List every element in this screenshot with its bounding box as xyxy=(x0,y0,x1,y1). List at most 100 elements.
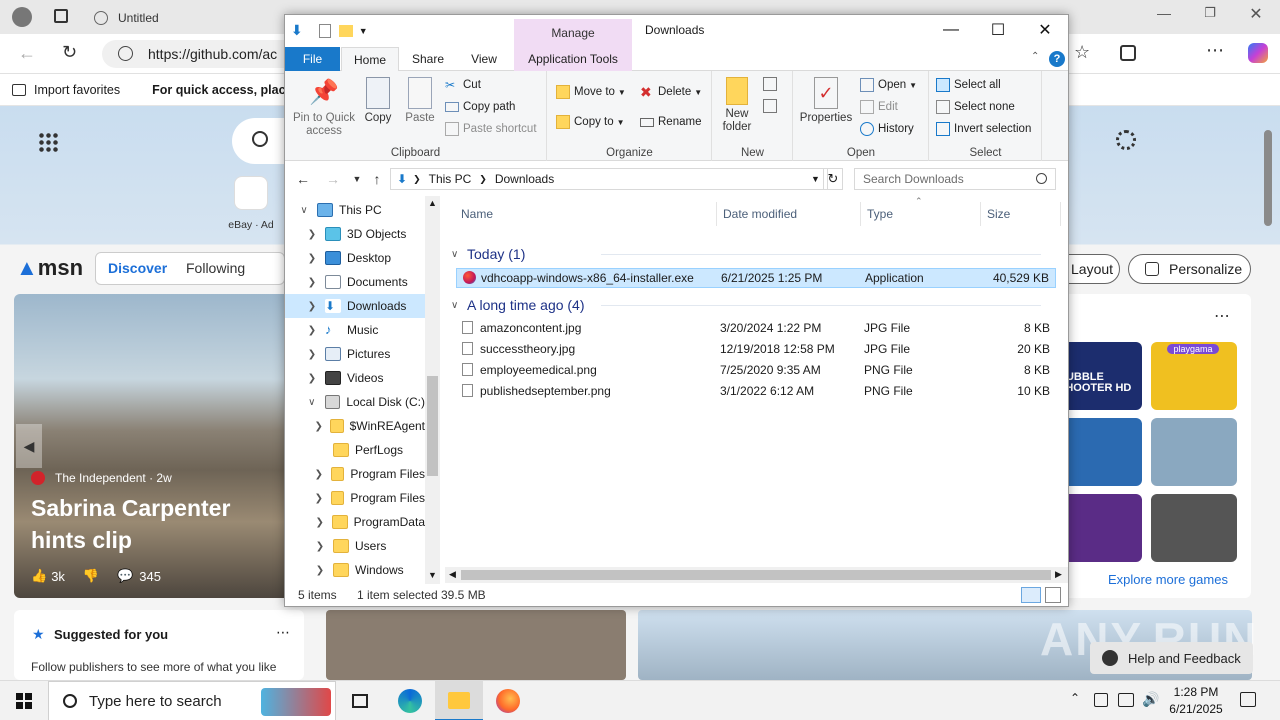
tab-untitled[interactable]: Untitled xyxy=(94,3,159,33)
tab-discover[interactable]: Discover xyxy=(108,260,167,276)
nav-item[interactable]: ❯ Program Files xyxy=(285,486,425,510)
address-bar[interactable]: ⬇ ❯ This PC ❯ Downloads ▼ xyxy=(390,168,828,190)
large-icons-view-icon[interactable] xyxy=(1045,587,1061,603)
file-row[interactable]: vdhcoapp-windows-x86_64-installer.exe 6/2… xyxy=(456,268,1056,288)
details-view-icon[interactable] xyxy=(1021,587,1041,603)
back-icon[interactable]: ← xyxy=(18,43,36,64)
edit-button[interactable]: Edit xyxy=(860,98,898,116)
nav-item[interactable]: ❯ Desktop xyxy=(285,246,425,270)
explore-games-link[interactable]: Explore more games xyxy=(1108,572,1228,587)
chevron-right-icon[interactable]: ❯ xyxy=(305,373,319,384)
nav-item[interactable]: ∨ Local Disk (C:) xyxy=(285,390,425,414)
nav-item[interactable]: ❯ 3D Objects xyxy=(285,222,425,246)
chevron-right-icon[interactable]: ❯ xyxy=(305,349,319,360)
chevron-right-icon[interactable]: ❯ xyxy=(305,301,319,312)
copy-button[interactable]: Copy xyxy=(361,77,395,125)
pin-quick-access-button[interactable]: 📌 Pin to Quick access xyxy=(289,77,359,138)
ebay-tile[interactable]: eBay · Ad xyxy=(226,176,276,236)
maximize-button[interactable]: ☐ xyxy=(975,15,1021,45)
hero-headline[interactable]: Sabrina Carpenter hints clip xyxy=(31,492,291,556)
new-folder-button[interactable]: New folder xyxy=(715,77,759,134)
move-to-button[interactable]: Move to ▼ xyxy=(556,83,626,101)
file-explorer-taskbar-button[interactable] xyxy=(435,681,483,720)
chevron-down-icon[interactable]: ∨ xyxy=(305,397,319,408)
task-view-button[interactable] xyxy=(336,681,384,720)
nav-item[interactable]: ❯ Pictures xyxy=(285,342,425,366)
chevron-right-icon[interactable]: ❯ xyxy=(305,229,319,240)
chevron-right-icon[interactable]: ❯ xyxy=(313,565,327,576)
select-none-button[interactable]: Select none xyxy=(936,98,1015,116)
copy-path-button[interactable]: Copy path xyxy=(445,98,515,116)
file-row[interactable]: publishedseptember.png 3/1/2022 6:12 AM PN… xyxy=(456,382,1056,402)
page-scroll-thumb[interactable] xyxy=(1264,130,1272,226)
like-icon[interactable]: 👍 xyxy=(31,568,47,584)
address-dropdown-icon[interactable]: ▼ xyxy=(811,174,820,184)
history-button[interactable]: History xyxy=(860,120,914,138)
tab-application-tools[interactable]: Application Tools xyxy=(514,47,632,71)
scroll-right-icon[interactable]: ▶ xyxy=(1055,569,1062,580)
refresh-button[interactable]: ↻ xyxy=(823,168,843,190)
chevron-right-icon[interactable]: ❯ xyxy=(305,277,319,288)
favorites-star-icon[interactable]: ☆ xyxy=(1074,42,1090,63)
network-icon[interactable] xyxy=(1094,693,1108,707)
nav-item[interactable]: ❯ $WinREAgent xyxy=(285,414,425,438)
breadcrumb-downloads[interactable]: Downloads xyxy=(495,172,554,186)
game-girl[interactable] xyxy=(1151,418,1237,486)
page-scrollbar[interactable] xyxy=(1262,110,1274,676)
cut-button[interactable]: ✂ Cut xyxy=(445,76,481,94)
firefox-taskbar-button[interactable] xyxy=(484,681,532,720)
new-item-icon[interactable] xyxy=(763,77,777,91)
nav-item[interactable]: ❯ ProgramData xyxy=(285,510,425,534)
customize-qat-icon[interactable]: ▼ xyxy=(359,26,368,36)
chevron-right-icon[interactable]: ❯ xyxy=(313,541,327,552)
delete-button[interactable]: ✖ Delete ▼ xyxy=(640,83,702,101)
new-folder-qat-icon[interactable] xyxy=(338,24,353,37)
recent-locations-button[interactable]: ▼ xyxy=(347,169,367,189)
horizontal-scroll-thumb[interactable] xyxy=(461,570,1051,580)
paste-button[interactable]: Paste xyxy=(401,77,439,125)
tab-following[interactable]: Following xyxy=(186,260,245,276)
column-size[interactable]: Size xyxy=(981,202,1061,226)
notification-icon[interactable] xyxy=(1240,692,1256,707)
manage-contextual-tab[interactable]: Manage xyxy=(514,19,632,47)
back-button[interactable]: ← xyxy=(293,169,313,189)
easy-access-icon[interactable] xyxy=(763,99,777,113)
nav-item[interactable]: ∨ This PC xyxy=(285,198,425,222)
carousel-prev-button[interactable]: ◀ xyxy=(16,424,42,468)
scroll-left-icon[interactable]: ◀ xyxy=(449,569,456,580)
wifi-icon[interactable] xyxy=(1118,693,1134,707)
properties-button[interactable]: ✓ Properties xyxy=(798,77,854,125)
help-icon[interactable]: ? xyxy=(1049,51,1065,67)
nav-item[interactable]: ❯ Documents xyxy=(285,270,425,294)
file-row[interactable]: amazoncontent.jpg 3/20/2024 1:22 PM JPG Fi… xyxy=(456,319,1056,339)
column-date-modified[interactable]: Date modified xyxy=(717,202,861,226)
game-cars[interactable] xyxy=(1151,494,1237,562)
collapse-ribbon-icon[interactable]: ⌃ xyxy=(1031,51,1039,62)
apps-launcher-icon[interactable] xyxy=(38,132,58,152)
breadcrumb-this-pc[interactable]: This PC xyxy=(429,172,472,186)
select-all-button[interactable]: Select all xyxy=(936,76,1001,94)
import-favorites-link[interactable]: Import favorites xyxy=(34,83,120,97)
chevron-down-icon[interactable]: ∨ xyxy=(297,205,311,216)
horizontal-scrollbar[interactable]: ◀ ▶ xyxy=(445,567,1068,583)
chevron-right-icon[interactable]: ❯ xyxy=(313,493,325,504)
news-card-photo[interactable] xyxy=(326,610,626,680)
copy-to-button[interactable]: Copy to ▼ xyxy=(556,113,625,131)
open-button[interactable]: Open ▼ xyxy=(860,76,917,94)
games-more-icon[interactable]: ⋯ xyxy=(1214,306,1230,326)
chevron-right-icon[interactable]: ❯ xyxy=(313,421,324,432)
chevron-right-icon[interactable]: ❯ xyxy=(305,253,319,264)
search-box[interactable]: Search Downloads xyxy=(854,168,1056,190)
taskbar-clock[interactable]: 1:28 PM 6/21/2025 xyxy=(1168,684,1224,718)
chevron-right-icon[interactable]: ❯ xyxy=(313,469,325,480)
forward-button[interactable]: → xyxy=(323,169,343,189)
close-button[interactable]: ✕ xyxy=(1022,15,1068,45)
volume-icon[interactable]: 🔊 xyxy=(1142,691,1159,708)
invert-selection-button[interactable]: Invert selection xyxy=(936,120,1031,138)
restore-browser-button[interactable]: ❐ xyxy=(1198,5,1222,27)
comment-icon[interactable]: 💬 xyxy=(117,568,133,584)
scroll-up-icon[interactable]: ▲ xyxy=(428,198,437,208)
chevron-right-icon[interactable]: ❯ xyxy=(305,325,319,336)
scroll-down-icon[interactable]: ▼ xyxy=(428,570,437,580)
tab-view[interactable]: View xyxy=(459,47,509,71)
